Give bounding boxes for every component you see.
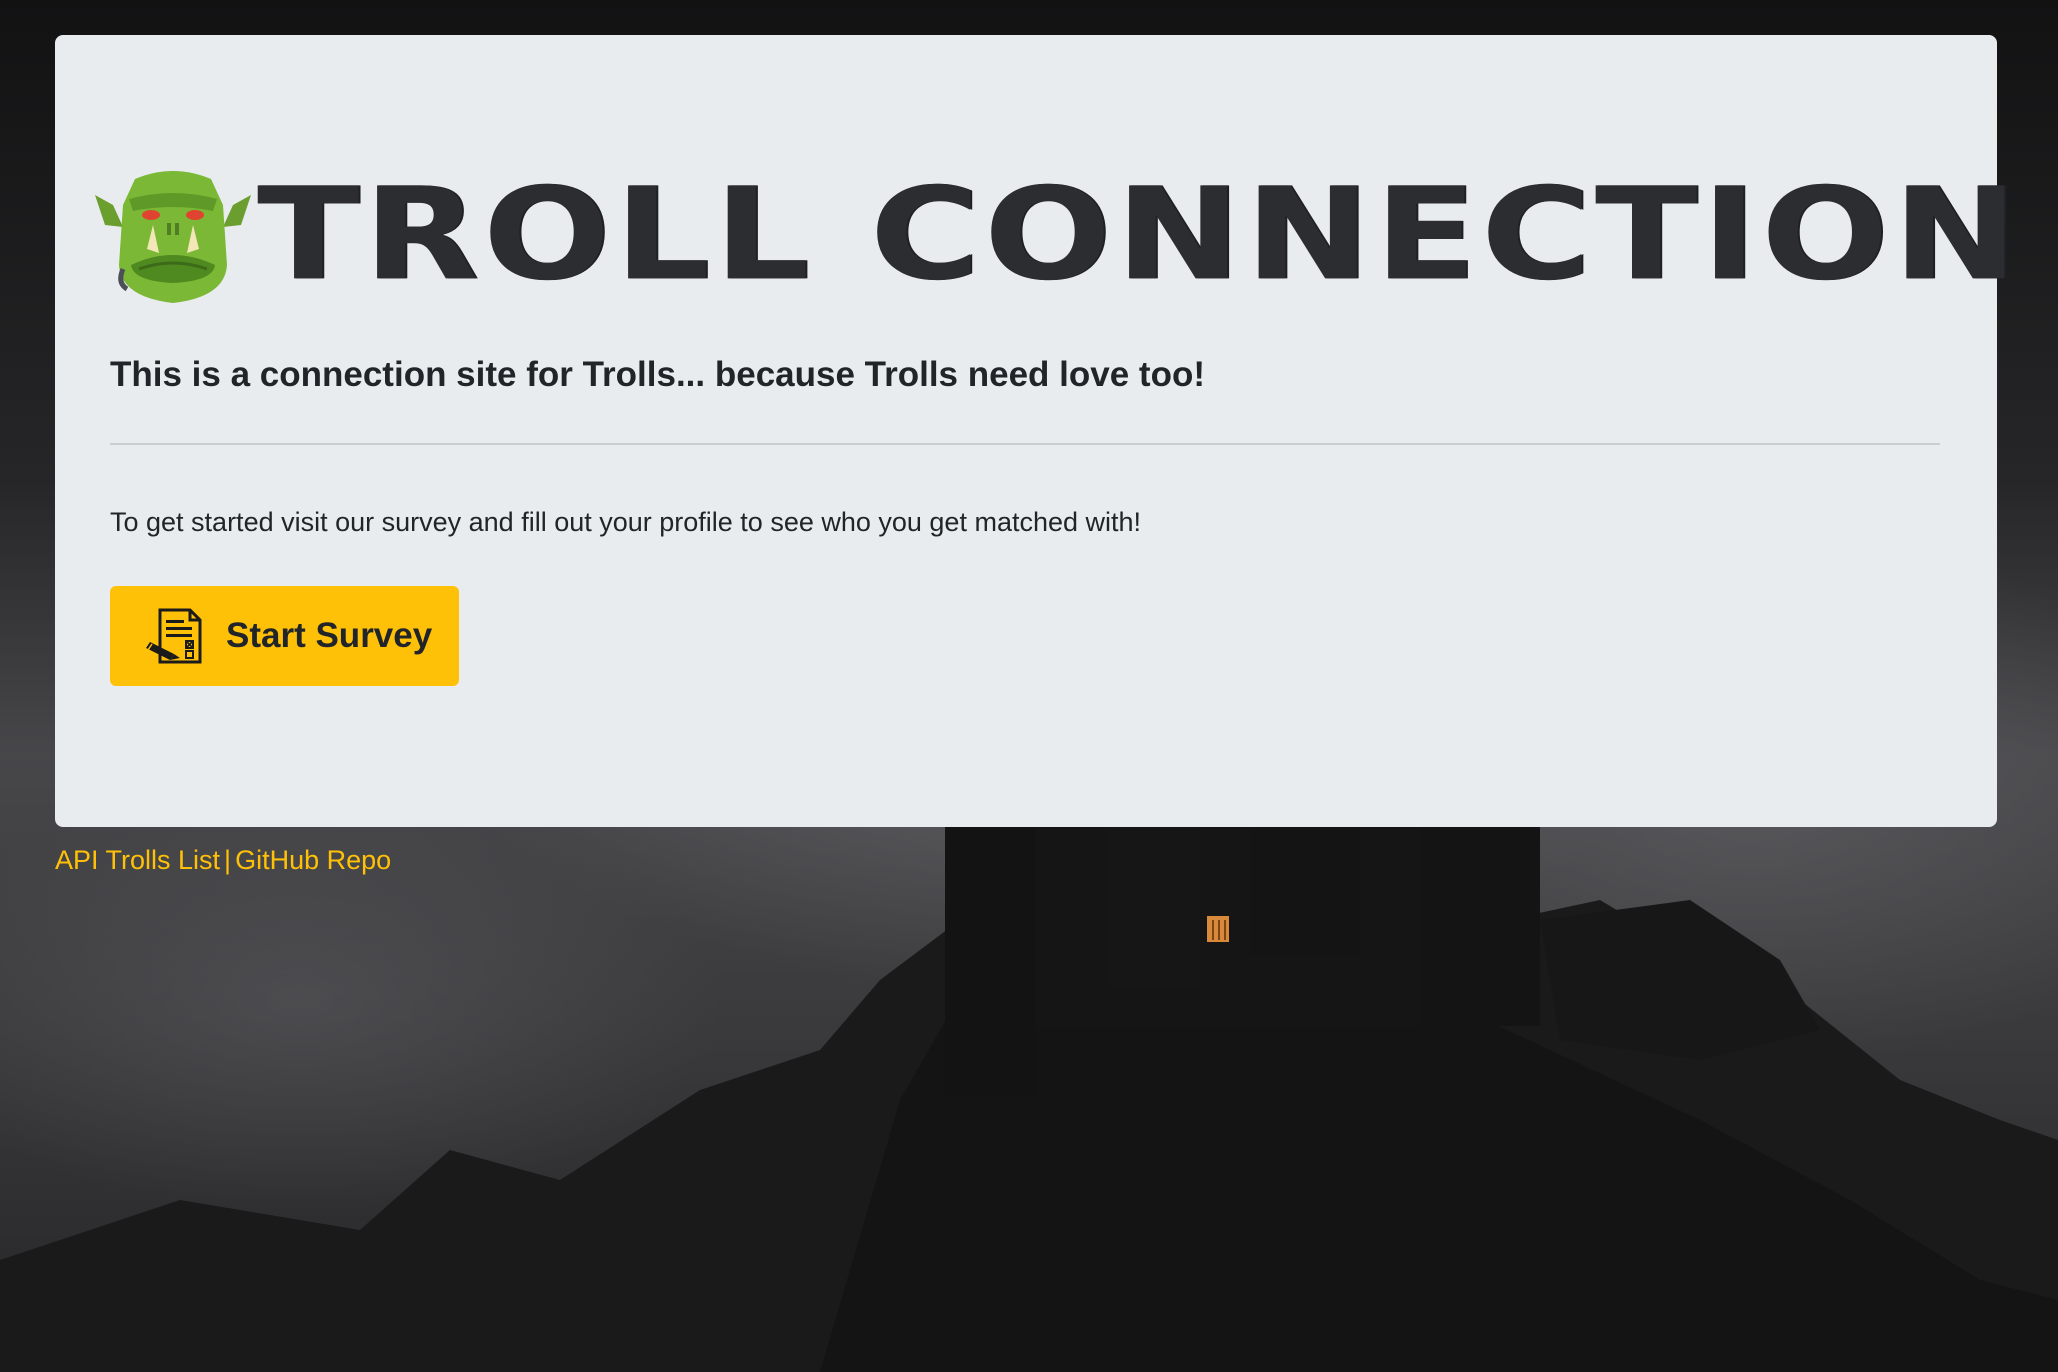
ogre-icon bbox=[95, 171, 251, 303]
start-survey-button[interactable]: Start Survey bbox=[110, 586, 459, 686]
divider bbox=[110, 443, 1940, 445]
footer-links: API Trolls List | GitHub Repo bbox=[55, 845, 391, 876]
site-title: TROLL CONNECTION bbox=[257, 161, 2023, 309]
lead-text: This is a connection site for Trolls... … bbox=[110, 355, 1205, 394]
jumbotron-card: TROLL CONNECTION This is a connection si… bbox=[55, 35, 2018, 827]
start-survey-label: Start Survey bbox=[226, 616, 433, 655]
github-repo-link[interactable]: GitHub Repo bbox=[235, 845, 391, 875]
api-trolls-list-link[interactable]: API Trolls List bbox=[55, 845, 220, 875]
link-separator: | bbox=[224, 845, 232, 875]
survey-form-icon bbox=[146, 608, 202, 664]
intro-text: To get started visit our survey and fill… bbox=[110, 507, 1142, 537]
brand-header: TROLL CONNECTION bbox=[95, 165, 2022, 305]
